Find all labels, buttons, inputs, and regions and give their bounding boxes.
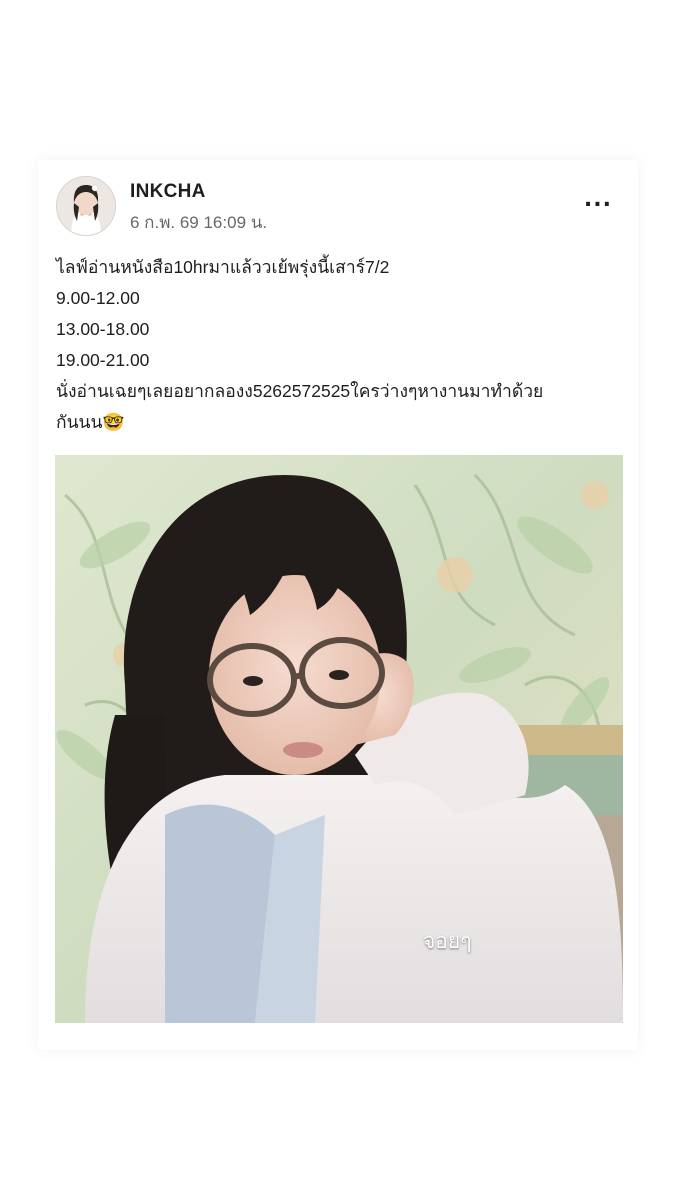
post-text-line: นั่งอ่านเฉยๆเลยอยากลองง5262572525ใครว่าง… [56, 381, 544, 401]
post-photo[interactable]: จอยๆ [55, 455, 623, 1023]
post-text-line: ไลฟ์อ่านหนังสือ10hrมาแล้ววเย้พรุ่งนี้เสา… [56, 257, 390, 277]
post-text: ไลฟ์อ่านหนังสือ10hrมาแล้ววเย้พรุ่งนี้เสา… [56, 252, 626, 438]
post-card: INKCHA 6 ก.พ. 69 16:09 น. ... ไลฟ์อ่านหน… [38, 160, 638, 1050]
author-name[interactable]: INKCHA [130, 181, 206, 203]
photo-caption: จอยๆ [423, 930, 472, 953]
selfie-photo [55, 455, 623, 1023]
post-text-line: กันนน🤓 [56, 412, 125, 432]
post-header: INKCHA 6 ก.พ. 69 16:09 น. ... [56, 176, 620, 236]
avatar[interactable] [56, 176, 116, 236]
post-text-line: 13.00-18.00 [56, 319, 150, 339]
post-text-line: 9.00-12.00 [56, 288, 140, 308]
more-options-icon[interactable]: ... [584, 189, 612, 211]
post-text-line: 19.00-21.00 [56, 350, 150, 370]
post-timestamp[interactable]: 6 ก.พ. 69 16:09 น. [130, 209, 267, 236]
avatar-image [57, 177, 115, 235]
